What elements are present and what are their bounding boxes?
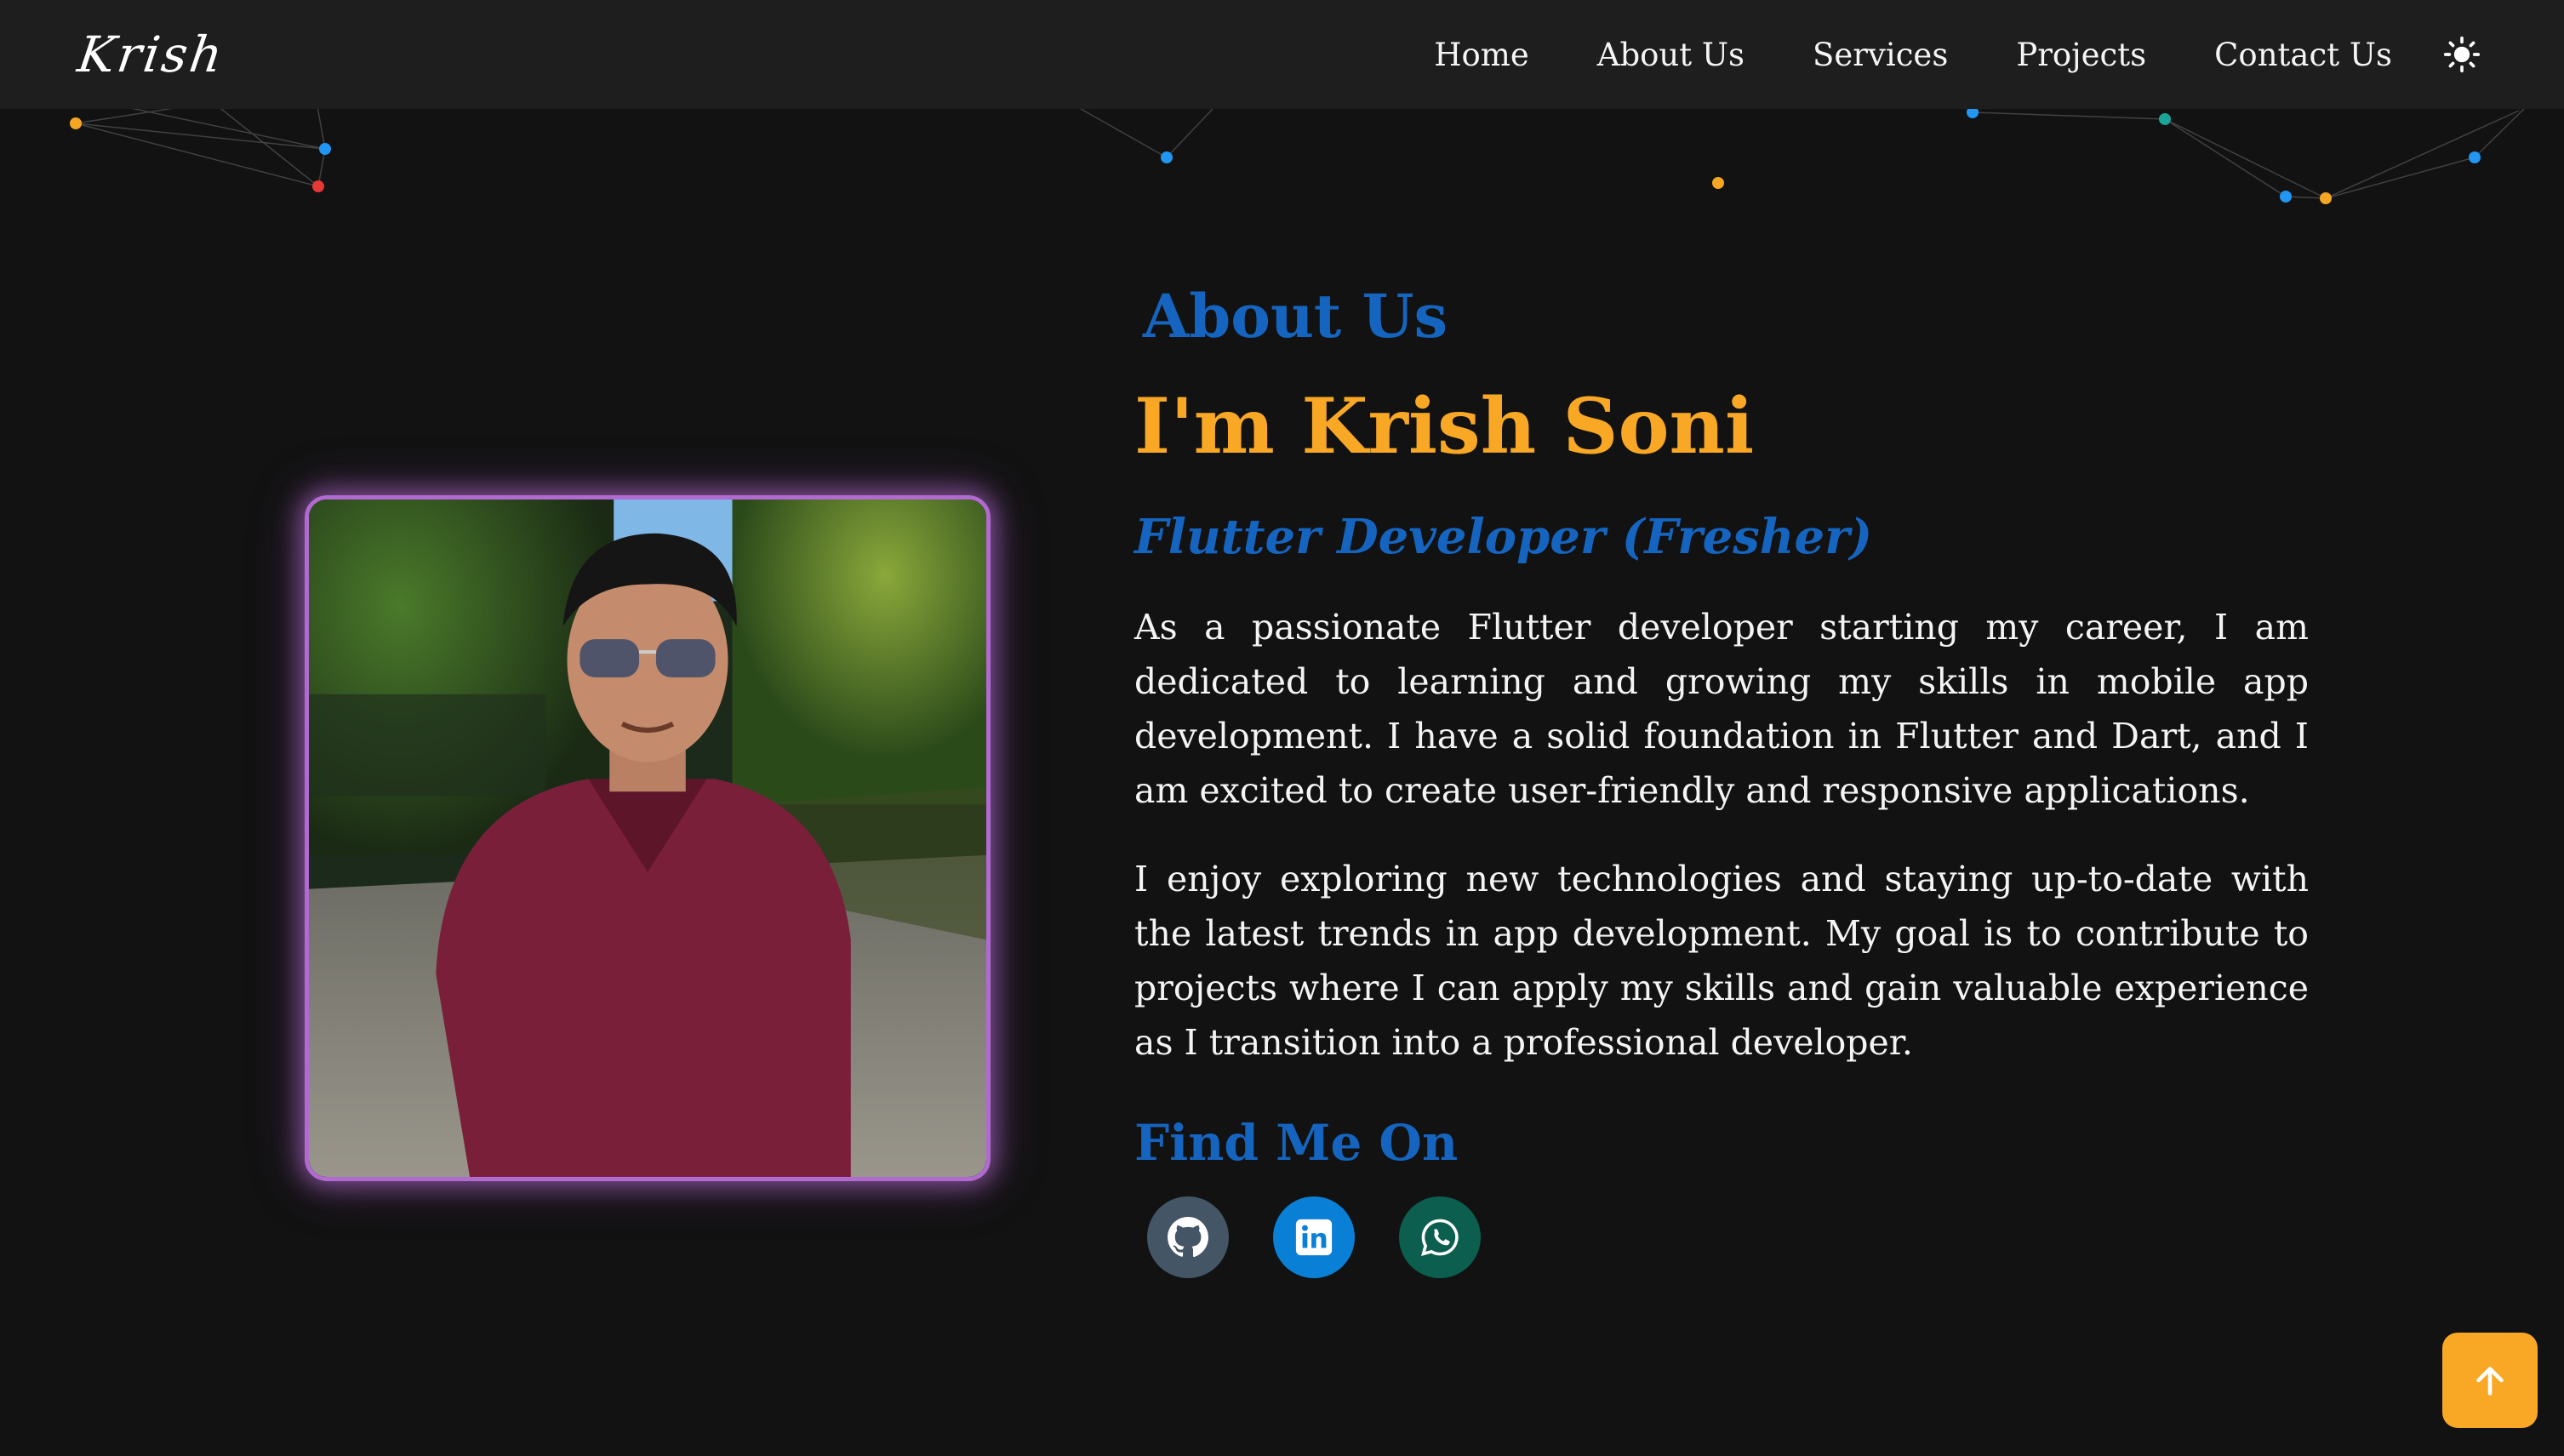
role-subtitle: Flutter Developer (Fresher): [1134, 508, 1873, 565]
linkedin-button[interactable]: [1273, 1196, 1355, 1279]
section-title: About Us: [1143, 281, 1448, 351]
github-button[interactable]: [1147, 1196, 1229, 1279]
about-paragraph-2: I enjoy exploring new technologies and s…: [1134, 858, 2309, 1063]
find-me-on-heading: Find Me On: [1134, 1113, 1459, 1172]
nav-link-projects[interactable]: Projects: [2016, 37, 2146, 73]
nav-link-services[interactable]: Services: [1813, 37, 1948, 73]
sun-icon: [2443, 36, 2481, 73]
theme-toggle-button[interactable]: [2441, 34, 2482, 75]
scroll-to-top-button[interactable]: [2442, 1333, 2538, 1428]
navbar: Krish Home About Us Services Projects Co…: [0, 0, 2564, 109]
page: Krish Home About Us Services Projects Co…: [0, 0, 2564, 1456]
linkedin-icon: [1295, 1219, 1333, 1256]
arrow-up-icon: [2476, 1367, 2504, 1396]
social-links: [1147, 1196, 2309, 1279]
whatsapp-button[interactable]: [1399, 1196, 1481, 1279]
about-paragraph-1: As a passionate Flutter developer starti…: [1134, 606, 2309, 811]
profile-photo-frame: [305, 495, 991, 1181]
whatsapp-icon: [1421, 1219, 1459, 1257]
github-icon: [1168, 1217, 1208, 1258]
site-logo[interactable]: Krish: [74, 26, 228, 83]
profile-photo: [309, 500, 986, 1177]
about-section: About Us I'm Krish Soni Flutter Develope…: [1134, 281, 2309, 1279]
nav-links: Home About Us Services Projects Contact …: [1366, 34, 2482, 75]
nav-link-contact-us[interactable]: Contact Us: [2214, 37, 2392, 73]
greeting-heading: I'm Krish Soni: [1134, 381, 1755, 471]
nav-link-home[interactable]: Home: [1434, 37, 1529, 73]
nav-link-about-us[interactable]: About Us: [1597, 37, 1745, 73]
